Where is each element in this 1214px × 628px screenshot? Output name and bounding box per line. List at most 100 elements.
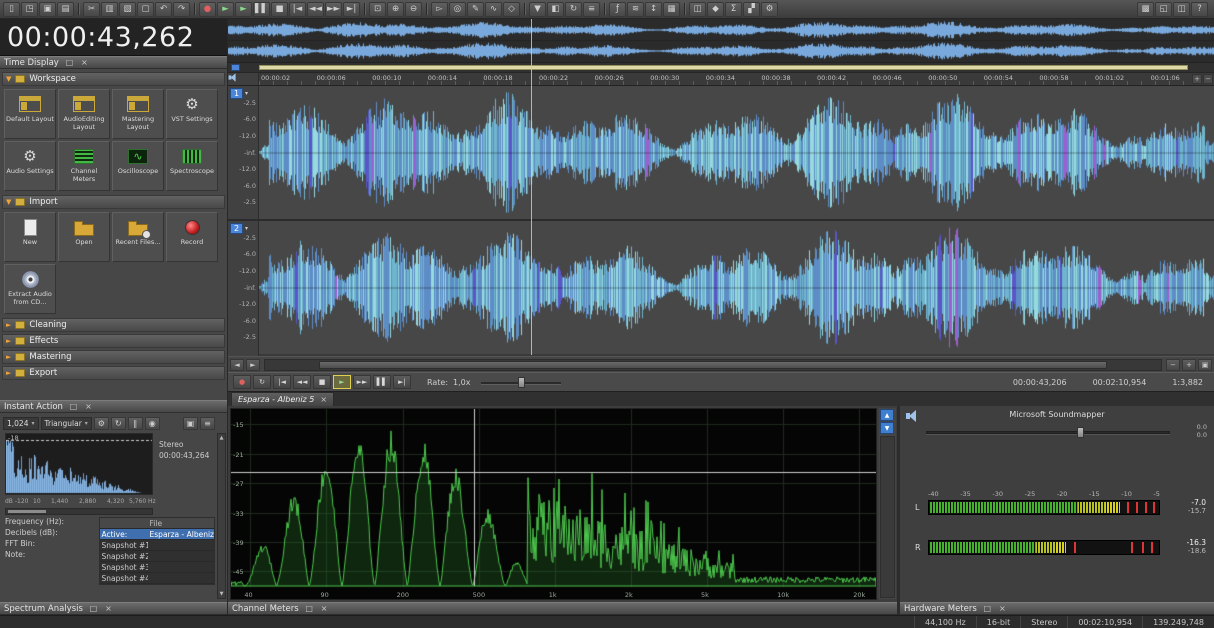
table-row-snapshot-2[interactable]: Snapshot #2:: [99, 551, 214, 562]
refresh-icon[interactable]: ↻: [110, 416, 126, 430]
record-button[interactable]: ●: [233, 375, 251, 389]
horizontal-scrollbar[interactable]: [264, 358, 1162, 371]
tile-oscilloscope[interactable]: ∿ Oscilloscope: [112, 141, 164, 191]
go-to-start-button[interactable]: |◄: [273, 375, 291, 389]
play-all-button[interactable]: ►►: [353, 375, 371, 389]
scrollbar-thumb[interactable]: [318, 360, 1108, 369]
loop-region-bar[interactable]: [259, 65, 1188, 70]
settings-gear-icon[interactable]: ⚙: [93, 416, 109, 430]
tab-close-icon[interactable]: ×: [320, 395, 327, 404]
event-tool-icon[interactable]: ◇: [503, 1, 520, 17]
zoom-selection-icon[interactable]: ⊡: [369, 1, 386, 17]
help-icon[interactable]: ?: [1191, 1, 1208, 17]
magnify-tool-icon[interactable]: ◎: [449, 1, 466, 17]
pencil-tool-icon[interactable]: ✎: [467, 1, 484, 17]
menu-icon[interactable]: ≡: [200, 416, 215, 430]
section-header-export[interactable]: ► Export: [2, 366, 225, 380]
cut-icon[interactable]: ✂: [83, 1, 100, 17]
table-row-active[interactable]: Active: Esparza - Albeniz: [99, 529, 214, 540]
section-header-mastering[interactable]: ► Mastering: [2, 350, 225, 364]
effects-icon[interactable]: ƒ: [609, 1, 626, 17]
table-row-snapshot-3[interactable]: Snapshot #3:: [99, 562, 214, 573]
workspace-icon[interactable]: ▩: [1137, 1, 1154, 17]
meter-scroll-down-icon[interactable]: ▼: [880, 422, 894, 434]
meter-bar[interactable]: [928, 540, 1160, 555]
tile-vst-settings[interactable]: ⚙ VST Settings: [166, 89, 218, 139]
overview-waveform[interactable]: [228, 19, 1214, 63]
record-icon[interactable]: ●: [199, 1, 216, 17]
paste-icon[interactable]: ▧: [119, 1, 136, 17]
loop-region-icon[interactable]: ↻: [565, 1, 582, 17]
undo-icon[interactable]: ↶: [155, 1, 172, 17]
save-as-icon[interactable]: ▤: [57, 1, 74, 17]
spectrum-scroll-thumb[interactable]: [8, 510, 46, 513]
eq-icon[interactable]: ▦: [663, 1, 680, 17]
pause-button[interactable]: ▌▌: [373, 375, 391, 389]
panel-close-icon[interactable]: ×: [80, 58, 89, 67]
output-gain-slider[interactable]: [926, 427, 1170, 438]
document-tab[interactable]: Esparza - Albeniz 5 ×: [231, 392, 335, 406]
meter-rail-track[interactable]: [880, 436, 895, 598]
tile-channel-meters[interactable]: Channel Meters: [58, 141, 110, 191]
edit-tool-icon[interactable]: ▻: [431, 1, 448, 17]
section-header-effects[interactable]: ► Effects: [2, 334, 225, 348]
mixer-icon[interactable]: ◫: [689, 1, 706, 17]
scroll-right-icon[interactable]: ►: [246, 358, 260, 371]
zoom-fit-icon[interactable]: ▣: [1198, 358, 1212, 371]
spectrum-vertical-scrollbar[interactable]: ▲ ▼: [217, 433, 226, 599]
spectrum-icon[interactable]: ▞: [743, 1, 760, 17]
ruler-zoom-in-icon[interactable]: +: [1192, 74, 1202, 84]
region-icon[interactable]: ◧: [547, 1, 564, 17]
stop-icon[interactable]: ■: [271, 1, 288, 17]
scroll-up-icon[interactable]: ▲: [220, 435, 224, 441]
pin-icon[interactable]: ▣: [183, 416, 198, 430]
channel-menu-arrow-icon[interactable]: ▾: [245, 90, 248, 97]
hold-icon[interactable]: ‖: [127, 416, 143, 430]
tile-recent-files[interactable]: Recent Files...: [112, 212, 164, 262]
spectrum-mini-graph[interactable]: [5, 433, 153, 495]
channel-meters-graph[interactable]: -15 -21 -27 -33 -39 -45 40 90 200 500 1k 2k 5k 10k 20k: [230, 408, 877, 600]
tile-record[interactable]: Record: [166, 212, 218, 262]
stop-button[interactable]: ■: [313, 375, 331, 389]
section-header-import[interactable]: ▼ Import: [2, 195, 225, 209]
panel-close-icon[interactable]: ×: [998, 604, 1007, 613]
channel-1-badge[interactable]: 1: [230, 88, 243, 99]
fft-size-select[interactable]: 1,024 ▾: [3, 416, 39, 430]
spectrum-scrollbar[interactable]: [5, 508, 153, 515]
play-button[interactable]: ►: [333, 375, 351, 389]
go-to-end-icon[interactable]: ►|: [343, 1, 360, 17]
tile-mastering-layout[interactable]: Mastering Layout: [112, 89, 164, 139]
envelope-tool-icon[interactable]: ∿: [485, 1, 502, 17]
save-icon[interactable]: ▣: [39, 1, 56, 17]
docking-icon[interactable]: ◫: [1173, 1, 1190, 17]
copy-icon[interactable]: ▥: [101, 1, 118, 17]
scroll-left-icon[interactable]: ◄: [230, 358, 244, 371]
selection-tool-icon[interactable]: [231, 64, 240, 71]
time-ruler[interactable]: 00:00:02 00:00:06 00:00:10 00:00:14 00:00:18…: [228, 73, 1214, 86]
scroll-down-icon[interactable]: ▼: [220, 591, 224, 597]
rate-slider[interactable]: [480, 376, 561, 388]
zoom-out-icon[interactable]: −: [1166, 358, 1180, 371]
window-type-select[interactable]: Triangular ▾: [40, 416, 92, 430]
panel-float-icon[interactable]: □: [65, 58, 74, 67]
preferences-icon[interactable]: ⚙: [761, 1, 778, 17]
process-icon[interactable]: ≋: [627, 1, 644, 17]
table-row-snapshot-1[interactable]: Snapshot #1:: [99, 540, 214, 551]
gain-slider-thumb[interactable]: [1077, 427, 1085, 438]
section-header-workspace[interactable]: ▼ Workspace: [2, 72, 225, 86]
tile-default-layout[interactable]: Default Layout: [4, 89, 56, 139]
marker-icon[interactable]: ▼: [529, 1, 546, 17]
zoom-out-icon[interactable]: ⊖: [405, 1, 422, 17]
channel-1-waveform[interactable]: [259, 86, 1214, 219]
channel-2-waveform[interactable]: [259, 221, 1214, 354]
redo-icon[interactable]: ↷: [173, 1, 190, 17]
plugin-chain-icon[interactable]: ◆: [707, 1, 724, 17]
meter-bar[interactable]: [928, 500, 1160, 515]
tile-spectroscope[interactable]: Spectroscope: [166, 141, 218, 191]
layout-restore-icon[interactable]: ◱: [1155, 1, 1172, 17]
rewind-button[interactable]: ◄◄: [293, 375, 311, 389]
tile-open[interactable]: Open: [58, 212, 110, 262]
ruler-zoom-out-icon[interactable]: −: [1203, 74, 1213, 84]
table-row-snapshot-4[interactable]: Snapshot #4:: [99, 573, 214, 584]
meter-scroll-up-icon[interactable]: ▲: [880, 409, 894, 421]
